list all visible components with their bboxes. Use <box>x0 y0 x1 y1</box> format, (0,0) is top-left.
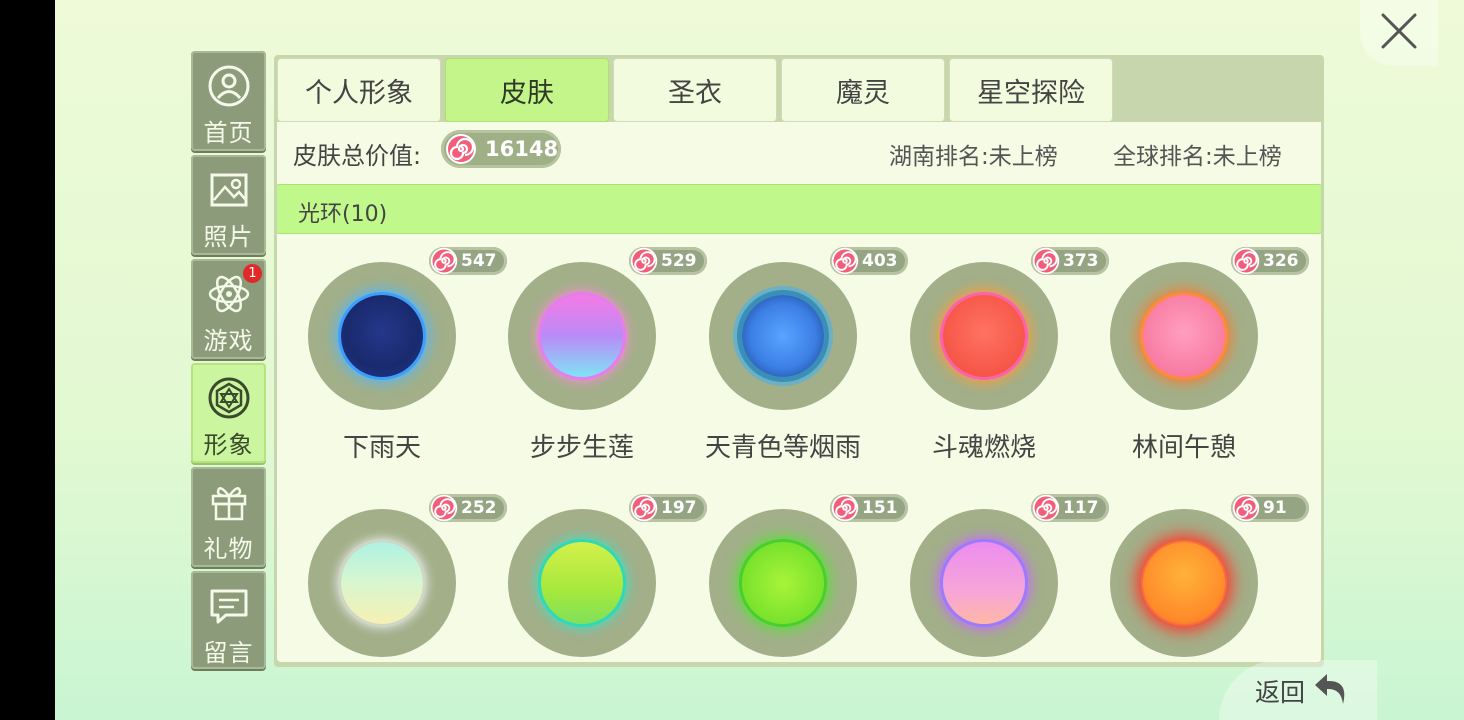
total-value-label: 皮肤总价值: <box>293 142 422 170</box>
back-button[interactable]: 返回 <box>1219 660 1377 720</box>
sidebar-item-gifts[interactable]: 礼物 <box>191 467 266 567</box>
item-name: 斗魂燃烧 <box>931 433 1036 463</box>
halo-orb <box>742 295 824 377</box>
halo-orb <box>541 542 623 624</box>
price-value: 91 <box>1263 498 1287 518</box>
halo-orb <box>742 542 824 624</box>
local-rank: 湖南排名:未上榜 <box>889 144 1058 170</box>
skin-content: 皮肤总价值: 16148 湖南排名:未上榜 全球排名:未上榜 光环(10) 54… <box>277 122 1321 662</box>
item-plate <box>508 509 656 657</box>
sidebar-item-photos[interactable]: 照片 <box>191 155 266 255</box>
game-screen: 首页 照片 游戏 1 形象 礼物 留言 个人形象 皮肤 圣衣 魔灵 星空探险 皮… <box>55 0 1464 720</box>
candy-coin-icon <box>1232 494 1260 522</box>
candy-coin-icon <box>1232 247 1260 275</box>
skin-item[interactable]: 197 <box>477 494 707 662</box>
item-name: 林间午憩 <box>1131 433 1236 463</box>
price-value: 326 <box>1263 251 1299 271</box>
skin-item[interactable]: 547 下雨天 <box>277 247 507 487</box>
halo-orb <box>1143 542 1225 624</box>
sidebar-item-avatar[interactable]: 形象 <box>191 363 266 463</box>
item-plate <box>709 262 857 410</box>
candy-coin-icon <box>430 247 458 275</box>
sidebar-item-label: 留言 <box>203 639 254 667</box>
total-value-pill: 16148 <box>441 130 561 168</box>
photo-icon <box>210 173 247 207</box>
item-plate <box>1110 509 1258 657</box>
candy-coin-icon <box>430 494 458 522</box>
candy-coin-icon <box>1032 494 1060 522</box>
return-arrow-icon <box>1315 674 1345 704</box>
close-button[interactable] <box>1360 0 1438 66</box>
item-plate <box>1110 262 1258 410</box>
skin-item[interactable]: 529 步步生莲 <box>477 247 707 487</box>
item-plate <box>508 262 656 410</box>
candy-coin-icon <box>1032 247 1060 275</box>
price-tag: 91 <box>1231 494 1309 522</box>
skin-summary: 皮肤总价值: 16148 湖南排名:未上榜 全球排名:未上榜 <box>277 122 1321 180</box>
sidebar-item-games[interactable]: 游戏 1 <box>191 259 266 359</box>
global-rank: 全球排名:未上榜 <box>1113 144 1282 170</box>
candy-coin-icon <box>630 494 658 522</box>
sidebar-item-messages[interactable]: 留言 <box>191 571 266 669</box>
item-plate <box>308 262 456 410</box>
skin-item[interactable]: 117 <box>879 494 1109 662</box>
skin-item[interactable]: 91 <box>1079 494 1309 662</box>
item-plate <box>308 509 456 657</box>
sidebar-item-home[interactable]: 首页 <box>191 51 266 151</box>
candy-coin-icon <box>446 134 476 164</box>
tab-personal-image[interactable]: 个人形象 <box>277 58 441 122</box>
skin-item[interactable]: 403 天青色等烟雨 <box>678 247 908 487</box>
sidebar-item-label: 礼物 <box>203 535 254 563</box>
sidebar-item-label: 游戏 <box>203 327 254 355</box>
halo-orb <box>943 295 1025 377</box>
halo-orb <box>1143 295 1225 377</box>
tab-spirits[interactable]: 魔灵 <box>781 58 945 122</box>
section-header-halo[interactable]: 光环(10) <box>277 184 1321 234</box>
total-value: 16148 <box>485 137 559 161</box>
skin-item[interactable]: 151 <box>678 494 908 662</box>
profile-icon <box>208 65 249 107</box>
close-icon <box>1381 13 1417 49</box>
skin-item[interactable]: 373 斗魂燃烧 <box>879 247 1109 487</box>
item-name: 天青色等烟雨 <box>704 433 861 463</box>
message-icon <box>210 589 247 624</box>
item-plate <box>709 509 857 657</box>
section-title: 光环(10) <box>298 202 388 227</box>
price-tag: 326 <box>1231 247 1309 275</box>
item-name: 步步生莲 <box>529 433 634 463</box>
sidebar-item-label: 首页 <box>203 119 254 147</box>
sidebar-item-label: 形象 <box>203 431 254 459</box>
halo-orb <box>341 542 423 624</box>
notification-badge: 1 <box>243 264 262 283</box>
candy-coin-icon <box>831 494 859 522</box>
tab-star-adventure[interactable]: 星空探险 <box>949 58 1113 122</box>
gift-icon <box>211 487 246 521</box>
halo-orb <box>541 295 623 377</box>
item-plate <box>910 262 1058 410</box>
tab-holy-clothes[interactable]: 圣衣 <box>613 58 777 122</box>
skin-item[interactable]: 252 <box>277 494 507 662</box>
candy-coin-icon <box>831 247 859 275</box>
main-panel: 个人形象 皮肤 圣衣 魔灵 星空探险 皮肤总价值: 16148 湖南排名:未上榜… <box>274 55 1324 667</box>
sidebar-item-label: 照片 <box>203 223 254 251</box>
halo-orb <box>943 542 1025 624</box>
tab-skins[interactable]: 皮肤 <box>445 58 609 122</box>
skin-item[interactable]: 326 林间午憩 <box>1079 247 1309 487</box>
item-plate <box>910 509 1058 657</box>
back-label: 返回 <box>1255 678 1306 707</box>
diamond-icon <box>208 377 249 419</box>
halo-orb <box>341 295 423 377</box>
item-name: 下雨天 <box>342 433 421 463</box>
candy-coin-icon <box>630 247 658 275</box>
